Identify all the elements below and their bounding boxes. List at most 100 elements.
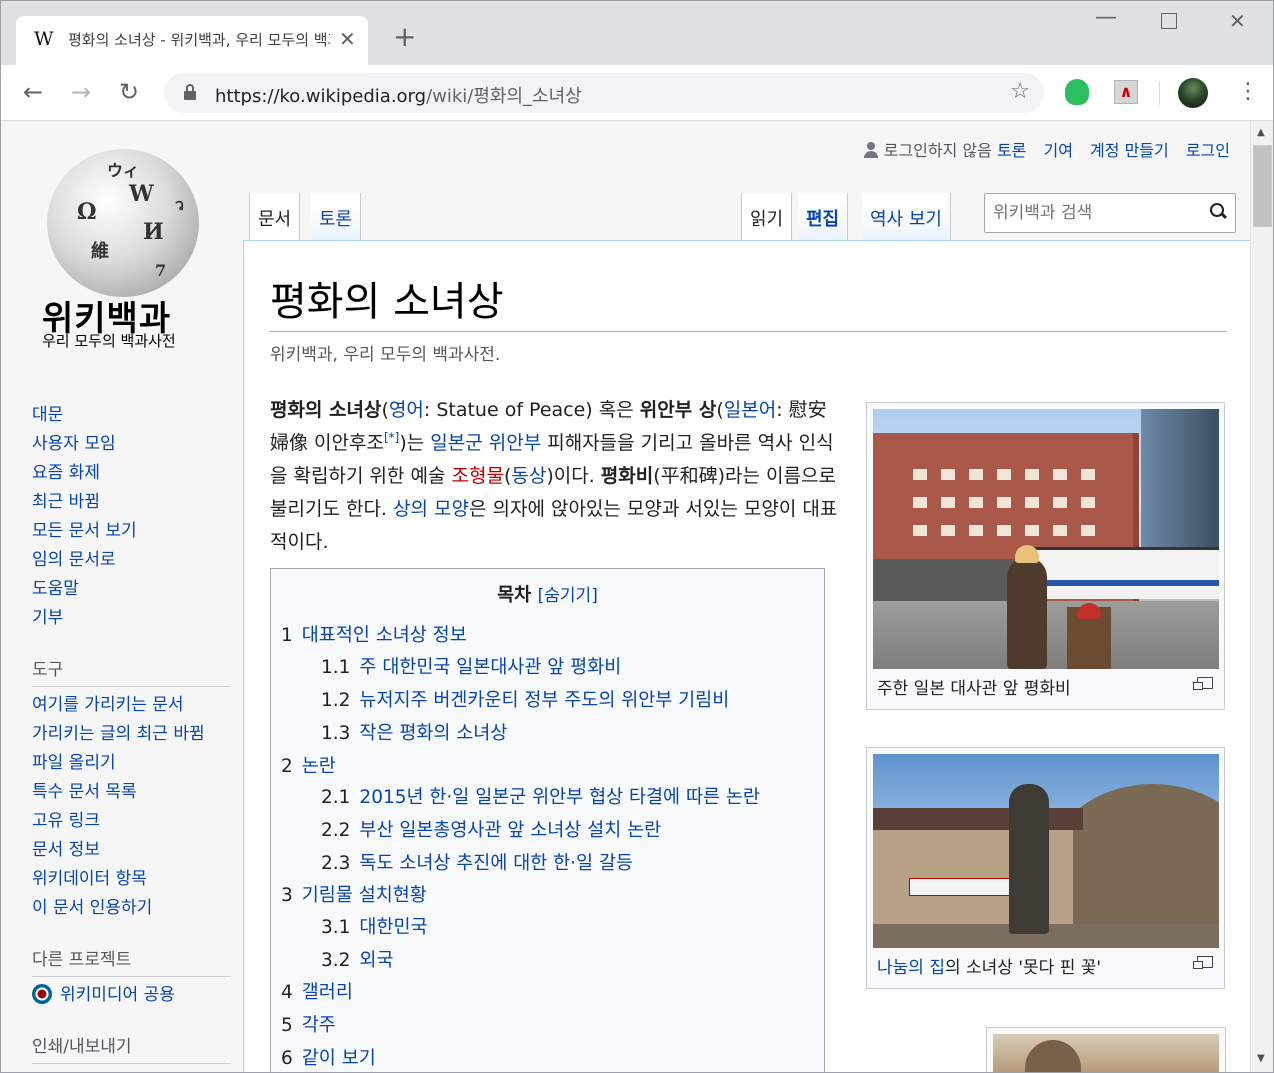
thumbnail-caption: 주한 일본 대사관 앞 평화비 xyxy=(877,679,1071,699)
scrollbar-thumb[interactable] xyxy=(1253,145,1272,227)
pdf-extension-icon[interactable]: ∧ xyxy=(1114,80,1138,104)
footnote-marker[interactable]: [*] xyxy=(384,431,399,445)
personal-talk-link[interactable]: 토론 xyxy=(997,141,1026,160)
reload-icon[interactable]: ↻ xyxy=(119,78,139,106)
toc-item[interactable]: 1.2 뉴저지주 버겐카운티 정부 주도의 위안부 기림비 xyxy=(321,686,729,712)
sidebar-item-main-page[interactable]: 대문 xyxy=(32,401,230,430)
sidebar-item-page-info[interactable]: 문서 정보 xyxy=(32,836,230,865)
sidebar-item-commons[interactable]: 위키미디어 공용 xyxy=(32,981,230,1010)
forward-arrow-icon[interactable]: → xyxy=(71,78,91,106)
tab-read[interactable]: 읽기 xyxy=(741,193,793,241)
toc-item[interactable]: 3 기림물 설치현황 xyxy=(281,881,427,907)
personal-contributions-link[interactable]: 기여 xyxy=(1044,141,1073,160)
link-japanese[interactable]: 일본어 xyxy=(724,399,776,421)
toc-item[interactable]: 6 같이 보기 xyxy=(281,1044,376,1070)
sidebar-item-special-pages[interactable]: 특수 문서 목록 xyxy=(32,778,230,807)
new-tab-button[interactable]: + xyxy=(393,23,416,51)
toc-item[interactable]: 4 갤러리 xyxy=(281,978,353,1004)
article-content: 평화의 소녀상 위키백과, 우리 모두의 백과사전. 평화의 소녀상(영어: S… xyxy=(243,240,1250,1072)
not-logged-in: 로그인하지 않음 xyxy=(851,141,992,160)
sidebar-item-community[interactable]: 사용자 모임 xyxy=(32,430,230,459)
page-title: 평화의 소녀상 xyxy=(270,269,1226,332)
toc-hide-toggle[interactable]: [숨기기] xyxy=(538,586,598,606)
page-scrollbar[interactable]: ▲ ▼ xyxy=(1250,121,1273,1072)
personal-tools: 로그인하지 않음 토론 기여 계정 만들기 로그인 xyxy=(839,137,1230,161)
profile-avatar[interactable] xyxy=(1178,78,1208,108)
toc-item[interactable]: 2 논란 xyxy=(281,752,336,778)
back-arrow-icon[interactable]: ← xyxy=(23,78,43,106)
toc-item[interactable]: 3.1 대한민국 xyxy=(321,913,428,939)
lock-icon xyxy=(184,84,196,100)
toc-item[interactable]: 1 대표적인 소녀상 정보 xyxy=(281,621,467,647)
toc-item[interactable]: 2.2 부산 일본총영사관 앞 소녀상 설치 논란 xyxy=(321,816,661,842)
sidebar-item-all-pages[interactable]: 모든 문서 보기 xyxy=(32,517,230,546)
address-bar[interactable]: https://ko.wikipedia.org/wiki/평화의_소녀상 ☆ xyxy=(164,73,1044,113)
photo-embassy-statue[interactable] xyxy=(873,409,1219,669)
sidebar-item-random[interactable]: 임의 문서로 xyxy=(32,546,230,575)
sidebar-heading-projects[interactable]: 다른 프로젝트 xyxy=(32,945,230,977)
minimize-icon[interactable]: — xyxy=(1095,5,1117,30)
create-account-link[interactable]: 계정 만들기 xyxy=(1090,141,1169,160)
bookmark-star-icon[interactable]: ☆ xyxy=(1010,79,1030,104)
browser-window: W 평화의 소녀상 - 위키백과, 우리 모두의 백과사전 ✕ + — ✕ ← … xyxy=(0,0,1274,1073)
link-comfort-women[interactable]: 일본군 위안부 xyxy=(430,432,541,454)
link-statue-shape[interactable]: 상의 모양 xyxy=(393,498,469,520)
url-path: /wiki/평화의_소녀상 xyxy=(426,86,582,107)
toc-item[interactable]: 1.1 주 대한민국 일본대사관 앞 평화비 xyxy=(321,653,621,679)
tab-talk[interactable]: 토론 xyxy=(311,193,362,241)
sidebar-heading-tools[interactable]: 도구 xyxy=(32,655,230,687)
tab-article[interactable]: 문서 xyxy=(249,193,301,241)
sidebar-heading-print[interactable]: 인쇄/내보내기 xyxy=(32,1032,230,1064)
enlarge-icon[interactable] xyxy=(1193,677,1213,690)
photo-partial[interactable] xyxy=(993,1034,1219,1072)
login-link[interactable]: 로그인 xyxy=(1186,141,1230,160)
photo-house-of-sharing-statue[interactable] xyxy=(873,754,1219,948)
search-input[interactable] xyxy=(993,202,1203,224)
sidebar-item-what-links-here[interactable]: 여기를 가리키는 문서 xyxy=(32,691,230,720)
evernote-extension-icon[interactable] xyxy=(1065,79,1089,105)
sidebar-item-help[interactable]: 도움말 xyxy=(32,575,230,604)
menu-kebab-icon[interactable]: ⋮ xyxy=(1237,79,1259,105)
link-sculpture[interactable]: 조형물 xyxy=(451,465,503,487)
toc-item[interactable]: 3.2 외국 xyxy=(321,946,393,972)
search-icon[interactable] xyxy=(1210,203,1226,219)
link-bronze-statue[interactable]: 동상 xyxy=(511,465,546,487)
wikipedia-globe-logo[interactable]: ウィ W Ω И 維 ว 7 xyxy=(47,149,199,297)
wiki-page: ウィ W Ω И 維 ว 7 위키백과 우리 모두의 백과사전 로그인하지 않음… xyxy=(1,121,1250,1072)
sidebar-item-cite[interactable]: 이 문서 인용하기 xyxy=(32,894,230,923)
url-text[interactable]: https://ko.wikipedia.org/wiki/평화의_소녀상 xyxy=(215,82,582,108)
toc-item[interactable]: 5 각주 xyxy=(281,1011,336,1037)
user-icon xyxy=(863,142,879,158)
thumbnail-embassy: 주한 일본 대사관 앞 평화비 xyxy=(866,402,1225,710)
sidebar-item-donate[interactable]: 기부 xyxy=(32,604,230,633)
tab-edit[interactable]: 편집 xyxy=(798,193,849,241)
toc-item[interactable]: 2.3 독도 소녀상 추진에 대한 한·일 갈등 xyxy=(321,849,633,875)
site-tagline: 위키백과, 우리 모두의 백과사전. xyxy=(270,345,501,365)
close-tab-icon[interactable]: ✕ xyxy=(339,27,356,51)
lead-paragraph: 평화의 소녀상(영어: Statue of Peace) 혹은 위안부 상(일본… xyxy=(270,399,838,553)
browser-tab[interactable]: W 평화의 소녀상 - 위키백과, 우리 모두의 백과사전 ✕ xyxy=(16,16,368,65)
maximize-icon[interactable] xyxy=(1161,13,1177,29)
sidebar-item-upload[interactable]: 파일 올리기 xyxy=(32,749,230,778)
logo-tagline: 우리 모두의 백과사전 xyxy=(42,332,176,350)
toc-item[interactable]: 1.3 작은 평화의 소녀상 xyxy=(321,719,507,745)
browser-toolbar: ← → ↻ https://ko.wikipedia.org/wiki/평화의_… xyxy=(1,65,1273,121)
sidebar-item-current-events[interactable]: 요즘 화제 xyxy=(32,459,230,488)
link-english[interactable]: 영어 xyxy=(389,399,424,421)
toolbar-divider xyxy=(1159,81,1160,105)
enlarge-icon[interactable] xyxy=(1193,956,1213,969)
scroll-down-arrow-icon[interactable]: ▼ xyxy=(1257,1053,1265,1064)
tab-title: 평화의 소녀상 - 위키백과, 우리 모두의 백과사전 xyxy=(68,31,330,49)
close-window-icon[interactable]: ✕ xyxy=(1229,9,1246,33)
scroll-up-arrow-icon[interactable]: ▲ xyxy=(1257,127,1265,138)
sidebar-item-permalink[interactable]: 고유 링크 xyxy=(32,807,230,836)
tab-history[interactable]: 역사 보기 xyxy=(862,193,951,241)
sidebar-item-wikidata[interactable]: 위키데이터 항목 xyxy=(32,865,230,894)
sidebar-item-related-changes[interactable]: 가리키는 글의 최근 바뀜 xyxy=(32,720,230,749)
wikimedia-commons-icon xyxy=(32,984,52,1004)
sidebar: 대문 사용자 모임 요즘 화제 최근 바뀜 모든 문서 보기 임의 문서로 도움… xyxy=(32,401,230,1068)
search-box[interactable] xyxy=(984,193,1236,233)
toc-item[interactable]: 2.1 2015년 한·일 일본군 위안부 협상 타결에 따른 논란 xyxy=(321,783,760,809)
link-house-of-sharing[interactable]: 나눔의 집 xyxy=(877,958,945,978)
sidebar-item-recent-changes[interactable]: 최근 바뀜 xyxy=(32,488,230,517)
